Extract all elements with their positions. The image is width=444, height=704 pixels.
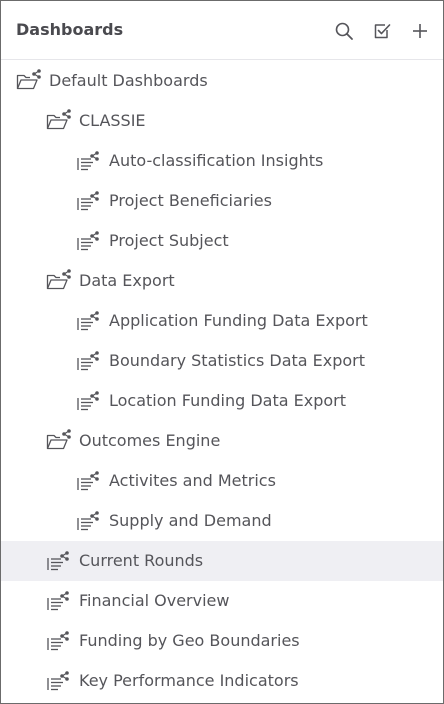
dashboard-item-location-funding-data-export[interactable]: Location Funding Data Export (1, 381, 443, 421)
dashboard-label: Auto-classification Insights (109, 151, 324, 170)
folder-open-icon (46, 429, 72, 453)
dashboard-label: Supply and Demand (109, 511, 272, 530)
plus-icon[interactable] (410, 21, 430, 41)
dashboard-icon (76, 469, 102, 493)
dashboard-tree: Default Dashboards CLASSIE Auto-classifi… (1, 61, 443, 701)
dashboard-label: Location Funding Data Export (109, 391, 347, 410)
folder-open-icon (46, 269, 72, 293)
dashboard-icon (76, 189, 102, 213)
dashboard-item-project-subject[interactable]: Project Subject (1, 221, 443, 261)
dashboard-item-auto-classification-insights[interactable]: Auto-classification Insights (1, 141, 443, 181)
dashboard-icon (46, 629, 72, 653)
dashboard-icon (76, 349, 102, 373)
folder-classie[interactable]: CLASSIE (1, 101, 443, 141)
dashboard-icon (46, 589, 72, 613)
folder-label: CLASSIE (79, 111, 146, 130)
dashboard-item-key-performance-indicators[interactable]: Key Performance Indicators (1, 661, 443, 701)
folder-label: Data Export (79, 271, 175, 290)
search-icon[interactable] (334, 21, 354, 41)
folder-outcomes-engine[interactable]: Outcomes Engine (1, 421, 443, 461)
dashboard-label: Project Beneficiaries (109, 191, 272, 210)
dashboard-label: Financial Overview (79, 591, 230, 610)
dashboard-label: Activites and Metrics (109, 471, 276, 490)
dashboard-icon (46, 669, 72, 693)
folder-open-icon (46, 109, 72, 133)
dashboard-icon (76, 149, 102, 173)
dashboard-item-boundary-statistics-data-export[interactable]: Boundary Statistics Data Export (1, 341, 443, 381)
dashboard-icon (76, 309, 102, 333)
folder-data-export[interactable]: Data Export (1, 261, 443, 301)
dashboard-item-funding-by-geo-boundaries[interactable]: Funding by Geo Boundaries (1, 621, 443, 661)
folder-label: Outcomes Engine (79, 431, 221, 450)
dashboard-icon (76, 229, 102, 253)
dashboard-icon (46, 549, 72, 573)
checkbox-select-icon[interactable] (372, 21, 392, 41)
dashboard-item-application-funding-data-export[interactable]: Application Funding Data Export (1, 301, 443, 341)
dashboard-label: Current Rounds (79, 551, 204, 570)
dashboard-item-project-beneficiaries[interactable]: Project Beneficiaries (1, 181, 443, 221)
panel-title: Dashboards (16, 20, 124, 39)
dashboard-item-supply-and-demand[interactable]: Supply and Demand (1, 501, 443, 541)
folder-open-icon (16, 69, 42, 93)
dashboard-label: Project Subject (109, 231, 229, 250)
folder-default-dashboards[interactable]: Default Dashboards (1, 61, 443, 101)
dashboard-item-current-rounds[interactable]: Current Rounds (1, 541, 443, 581)
dashboard-label: Application Funding Data Export (109, 311, 368, 330)
dashboard-icon (76, 389, 102, 413)
dashboard-label: Boundary Statistics Data Export (109, 351, 366, 370)
folder-label: Default Dashboards (49, 71, 208, 90)
dashboard-label: Funding by Geo Boundaries (79, 631, 300, 650)
dashboard-label: Key Performance Indicators (79, 671, 299, 690)
dashboards-panel: Dashboards Default Dashboards CLASSIE Au… (0, 0, 444, 704)
dashboard-item-financial-overview[interactable]: Financial Overview (1, 581, 443, 621)
dashboard-item-activites-and-metrics[interactable]: Activites and Metrics (1, 461, 443, 501)
panel-header: Dashboards (1, 1, 443, 60)
dashboard-icon (76, 509, 102, 533)
